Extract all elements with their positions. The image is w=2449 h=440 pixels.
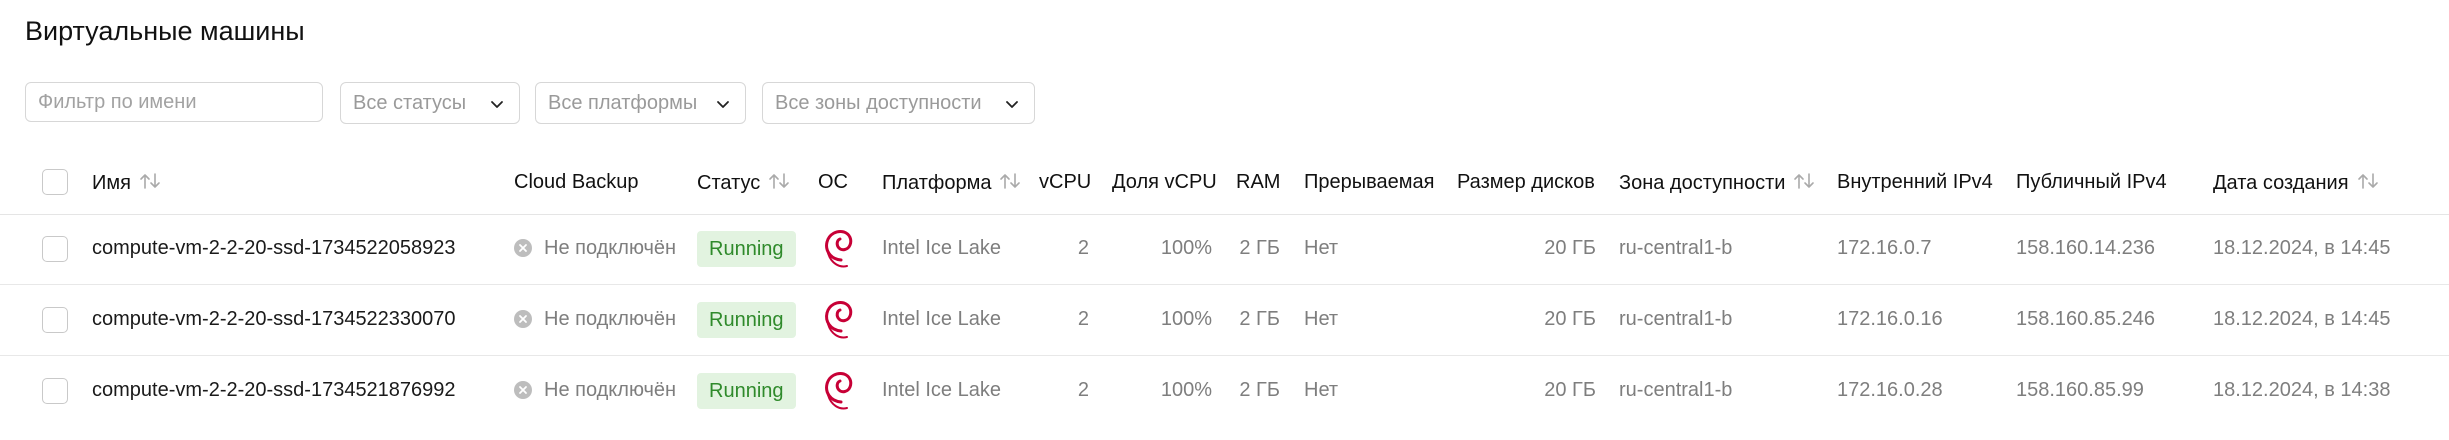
disk-cell: 20 ГБ	[1544, 379, 1596, 401]
col-disk-header: Размер дисков	[1457, 171, 1595, 193]
close-circle-icon	[514, 310, 532, 328]
table-row[interactable]: compute-vm-2-2-20-ssd-1734522330070 Не п…	[0, 285, 2449, 356]
ram-cell: 2 ГБ	[1239, 379, 1280, 401]
col-vcpu-header: vCPU	[1039, 171, 1092, 193]
col-os-header: ОС	[818, 171, 848, 193]
page-title: Виртуальные машины	[25, 16, 305, 46]
internal-ip-cell: 172.16.0.28	[1837, 379, 1943, 401]
col-created-header[interactable]: Дата создания	[2213, 171, 2379, 195]
vcpu-cell: 2	[1077, 308, 1089, 330]
ram-cell: 2 ГБ	[1239, 237, 1280, 259]
created-cell: 18.12.2024, в 14:45	[2213, 308, 2391, 330]
col-zone-label: Зона доступности	[1619, 172, 1786, 194]
name-filter-input[interactable]: Фильтр по имени	[25, 82, 323, 122]
internal-ip-cell: 172.16.0.7	[1837, 237, 1932, 259]
vm-name-link[interactable]: compute-vm-2-2-20-ssd-1734521876992	[92, 379, 456, 402]
public-ip-cell: 158.160.85.99	[2016, 379, 2144, 401]
col-vcpu-share-header: Доля vCPU	[1112, 171, 1217, 193]
zone-cell: ru-central1-b	[1619, 237, 1733, 259]
preemptible-cell: Нет	[1304, 237, 1339, 259]
col-platform-header[interactable]: Платформа	[882, 171, 1021, 195]
platform-filter-value: Все платформы	[548, 92, 698, 114]
platform-filter-select[interactable]: Все платформы	[535, 82, 746, 124]
vm-list-page: Виртуальные машины Фильтр по имени Все с…	[0, 0, 2449, 440]
sort-icon[interactable]	[1793, 171, 1815, 191]
preemptible-cell: Нет	[1304, 308, 1339, 330]
vm-name-link[interactable]: compute-vm-2-2-20-ssd-1734522058923	[92, 237, 456, 260]
sort-icon[interactable]	[139, 171, 161, 191]
backup-status-text: Не подключён	[544, 308, 677, 330]
backup-status: Не подключён	[514, 237, 676, 260]
status-badge: Running	[697, 373, 796, 409]
status-filter-select[interactable]: Все статусы	[340, 82, 520, 124]
col-internal-ip-header: Внутренний IPv4	[1837, 171, 1993, 193]
platform-cell: Intel Ice Lake	[882, 308, 1001, 330]
zone-cell: ru-central1-b	[1619, 308, 1733, 330]
table-row[interactable]: compute-vm-2-2-20-ssd-1734521876992 Не п…	[0, 356, 2449, 426]
zone-filter-value: Все зоны доступности	[775, 92, 982, 114]
row-checkbox[interactable]	[42, 378, 68, 404]
created-cell: 18.12.2024, в 14:38	[2213, 379, 2391, 401]
public-ip-cell: 158.160.14.236	[2016, 237, 2156, 259]
col-public-ip-header: Публичный IPv4	[2016, 171, 2167, 193]
sort-icon[interactable]	[768, 171, 790, 191]
debian-logo-icon	[825, 301, 853, 339]
table-header: Имя Cloud Backup Статус ОС Платформа vCP…	[0, 150, 2449, 215]
created-cell: 18.12.2024, в 14:45	[2213, 237, 2391, 259]
ram-cell: 2 ГБ	[1239, 308, 1280, 330]
status-badge: Running	[697, 302, 796, 338]
col-preemptible-header: Прерываемая	[1304, 171, 1435, 193]
debian-logo-icon	[825, 372, 853, 410]
vcpu-share-cell: 100%	[1160, 379, 1212, 401]
platform-cell: Intel Ice Lake	[882, 379, 1001, 401]
chevron-down-icon	[717, 101, 729, 108]
public-ip-cell: 158.160.85.246	[2016, 308, 2156, 330]
vm-name-link[interactable]: compute-vm-2-2-20-ssd-1734522330070	[92, 308, 456, 331]
close-circle-icon	[514, 381, 532, 399]
status-badge: Running	[697, 231, 796, 267]
col-zone-header[interactable]: Зона доступности	[1619, 171, 1815, 195]
col-status-label: Статус	[697, 172, 761, 194]
col-backup-header: Cloud Backup	[514, 171, 639, 193]
zone-cell: ru-central1-b	[1619, 379, 1733, 401]
chevron-down-icon	[1006, 101, 1018, 108]
internal-ip-cell: 172.16.0.16	[1837, 308, 1943, 330]
sort-icon[interactable]	[2357, 171, 2379, 191]
col-name-header[interactable]: Имя	[92, 171, 161, 195]
col-ram-header: RAM	[1236, 171, 1281, 193]
vcpu-cell: 2	[1077, 237, 1089, 259]
zone-filter-select[interactable]: Все зоны доступности	[762, 82, 1035, 124]
chevron-down-icon	[491, 101, 503, 108]
col-platform-label: Платформа	[882, 172, 992, 194]
vcpu-share-cell: 100%	[1160, 308, 1212, 330]
close-circle-icon	[514, 239, 532, 257]
col-status-header[interactable]: Статус	[697, 171, 790, 195]
vcpu-cell: 2	[1077, 379, 1089, 401]
preemptible-cell: Нет	[1304, 379, 1339, 401]
row-checkbox[interactable]	[42, 307, 68, 333]
backup-status: Не подключён	[514, 379, 676, 402]
disk-cell: 20 ГБ	[1544, 308, 1596, 330]
backup-status-text: Не подключён	[544, 379, 677, 401]
col-name-label: Имя	[92, 172, 131, 194]
backup-status-text: Не подключён	[544, 237, 677, 259]
platform-cell: Intel Ice Lake	[882, 237, 1001, 259]
backup-status: Не подключён	[514, 308, 676, 331]
status-filter-value: Все статусы	[353, 92, 467, 114]
row-checkbox[interactable]	[42, 236, 68, 262]
disk-cell: 20 ГБ	[1544, 237, 1596, 259]
debian-logo-icon	[825, 230, 853, 268]
col-created-label: Дата создания	[2213, 172, 2349, 194]
select-all-checkbox[interactable]	[42, 169, 68, 195]
table-row[interactable]: compute-vm-2-2-20-ssd-1734522058923 Не п…	[0, 214, 2449, 285]
vcpu-share-cell: 100%	[1160, 237, 1212, 259]
sort-icon[interactable]	[999, 171, 1021, 191]
